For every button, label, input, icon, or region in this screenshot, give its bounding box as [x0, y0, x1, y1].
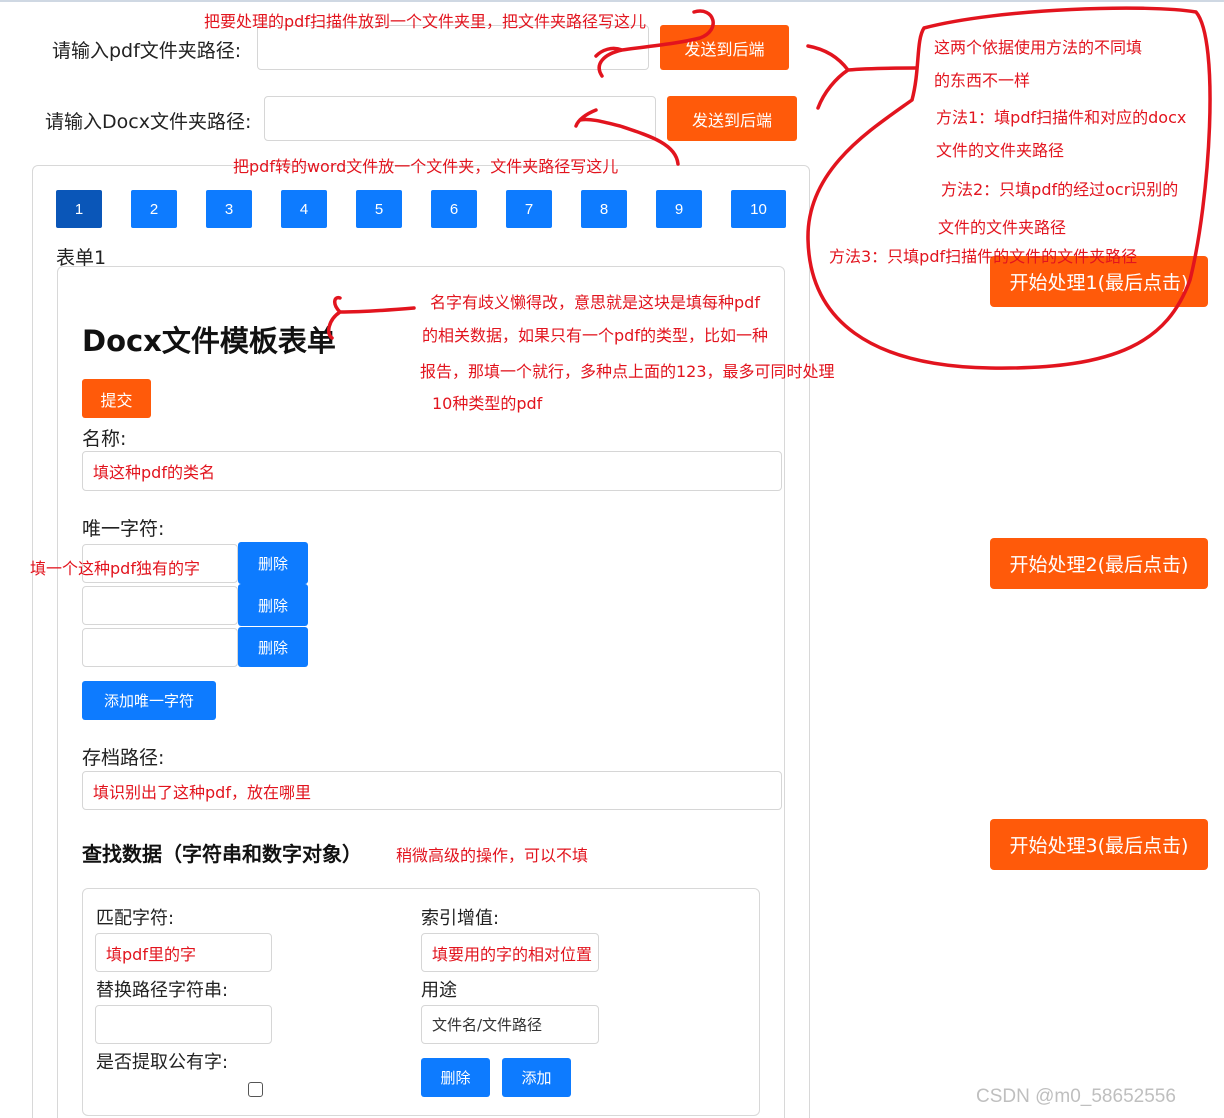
annotation-name-line2: 的相关数据，如果只有一个pdf的类型，比如一种 — [422, 326, 768, 345]
annotation-word-folder: 把pdf转的word文件放一个文件夹，文件夹路径写这儿 — [233, 157, 619, 176]
annotation-name-line1: 名字有歧义懒得改，意思就是这块是填每种pdf — [430, 293, 760, 312]
annotation-advanced: 稍微高级的操作，可以不填 — [396, 846, 589, 865]
annotation-method2-line2: 文件的文件夹路径 — [938, 218, 1067, 237]
annotation-unique-char: 填一个这种pdf独有的字 — [30, 559, 200, 578]
arrow-to-form-heading — [326, 295, 416, 340]
annotation-method-intro-1: 这两个依据使用方法的不同填 — [934, 38, 1143, 57]
annotation-method2-line1: 方法2：只填pdf的经过ocr识别的 — [941, 180, 1179, 199]
brace-to-methods — [806, 44, 918, 110]
annotation-name-line4: 10种类型的pdf — [432, 394, 543, 413]
annotation-method1-line1: 方法1：填pdf扫描件和对应的docx — [936, 108, 1187, 127]
annotation-method-intro-2: 的东西不一样 — [934, 71, 1031, 90]
annotation-method1-line2: 文件的文件夹路径 — [936, 141, 1065, 160]
annotation-pdf-folder: 把要处理的pdf扫描件放到一个文件夹里，把文件夹路径写这儿 — [204, 12, 646, 31]
annotation-name-line3: 报告，那填一个就行，多种点上面的123，最多可同时处理 — [420, 362, 835, 381]
annotation-method3: 方法3：只填pdf扫描件的文件的文件夹路径 — [829, 247, 1138, 266]
watermark: CSDN @m0_58652556 — [976, 1086, 1176, 1107]
